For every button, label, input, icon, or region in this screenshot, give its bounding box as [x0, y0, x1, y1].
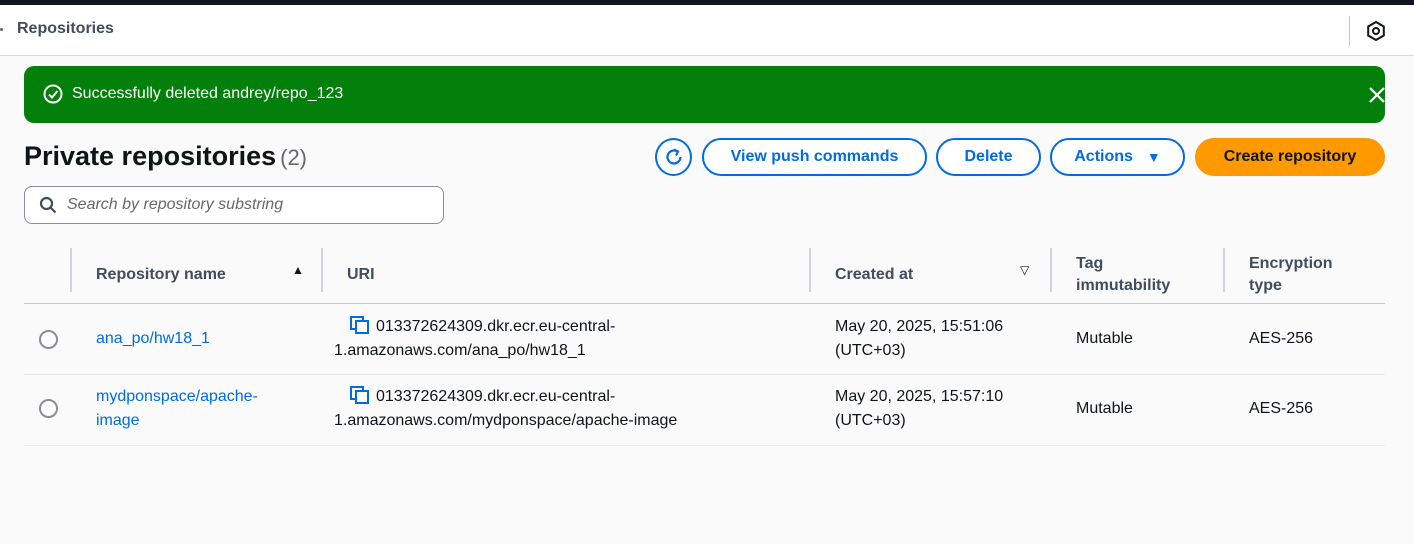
- column-header-created[interactable]: Created at: [835, 246, 913, 304]
- created-at: May 20, 2025, 15:51:06 (UTC+03): [835, 318, 1004, 359]
- encryption-type: AES-256: [1249, 400, 1314, 417]
- header-enc-line1: Encryption: [1249, 255, 1333, 272]
- header-enc-line2: type: [1249, 277, 1282, 294]
- row-select-radio[interactable]: [39, 330, 58, 349]
- table-row: ana_po/hw18_1 013372624309.dkr.ecr.eu-ce…: [24, 304, 1385, 375]
- actions-dropdown-button[interactable]: Actions ▼: [1050, 138, 1185, 176]
- column-header-uri[interactable]: URI: [347, 246, 375, 304]
- column-separator: [1050, 248, 1052, 292]
- repository-count: (2): [280, 145, 308, 170]
- column-header-encryption[interactable]: Encryption type: [1249, 246, 1333, 304]
- table-header: Repository name ▲ URI Created at ▽ Tag im…: [24, 246, 1385, 304]
- check-circle-icon: [43, 84, 63, 104]
- search-input[interactable]: [67, 193, 427, 217]
- delete-button[interactable]: Delete: [936, 138, 1041, 176]
- repository-uri: 013372624309.dkr.ecr.eu-central-1.amazon…: [334, 315, 774, 363]
- uri-text: 013372624309.dkr.ecr.eu-central-1.amazon…: [334, 318, 616, 359]
- header-tag-line2: immutability: [1076, 277, 1171, 294]
- sort-ascending-icon[interactable]: ▲: [292, 263, 304, 277]
- column-header-name[interactable]: Repository name: [96, 246, 226, 304]
- header-bar: Repositories: [0, 5, 1414, 56]
- search-box[interactable]: [24, 186, 444, 224]
- encryption-type: AES-256: [1249, 330, 1314, 347]
- refresh-button[interactable]: [655, 138, 692, 176]
- row-select-radio[interactable]: [39, 399, 58, 418]
- copy-icon[interactable]: [350, 386, 370, 404]
- uri-text: 013372624309.dkr.ecr.eu-central-1.amazon…: [334, 388, 678, 429]
- column-separator: [70, 248, 72, 292]
- column-separator: [809, 248, 811, 292]
- settings-icon[interactable]: [1366, 21, 1386, 41]
- column-header-tag-immutability[interactable]: Tag immutability: [1076, 246, 1170, 304]
- repository-uri: 013372624309.dkr.ecr.eu-central-1.amazon…: [334, 385, 774, 433]
- view-push-commands-button[interactable]: View push commands: [702, 138, 927, 176]
- search-icon: [39, 196, 57, 214]
- copy-icon[interactable]: [350, 316, 370, 334]
- breadcrumb-dot: [0, 28, 3, 31]
- table-row: mydponspace/apache-image 013372624309.dk…: [24, 375, 1385, 446]
- close-icon[interactable]: [1366, 84, 1388, 106]
- breadcrumb-repositories[interactable]: Repositories: [17, 20, 114, 38]
- flash-message: Successfully deleted andrey/repo_123: [72, 85, 344, 102]
- page-title-text: Private repositories: [24, 141, 277, 171]
- header-tag-line1: Tag: [1076, 255, 1104, 272]
- tag-immutability: Mutable: [1076, 330, 1133, 347]
- column-separator: [1223, 248, 1225, 292]
- repositories-table: Repository name ▲ URI Created at ▽ Tag im…: [24, 246, 1385, 446]
- refresh-icon: [665, 148, 682, 165]
- sort-descending-icon[interactable]: ▽: [1020, 263, 1029, 277]
- column-separator: [321, 248, 323, 292]
- created-at: May 20, 2025, 15:57:10 (UTC+03): [835, 388, 1004, 429]
- page-title: Private repositories (2): [24, 141, 307, 172]
- repository-link[interactable]: ana_po/hw18_1: [96, 327, 296, 351]
- tag-immutability: Mutable: [1076, 400, 1133, 417]
- success-flash: Successfully deleted andrey/repo_123: [24, 66, 1385, 123]
- actions-label: Actions: [1074, 148, 1133, 165]
- caret-down-icon: ▼: [1146, 149, 1161, 165]
- repository-link[interactable]: mydponspace/apache-image: [96, 385, 296, 433]
- create-repository-button[interactable]: Create repository: [1195, 138, 1385, 176]
- header-divider: [1349, 16, 1350, 46]
